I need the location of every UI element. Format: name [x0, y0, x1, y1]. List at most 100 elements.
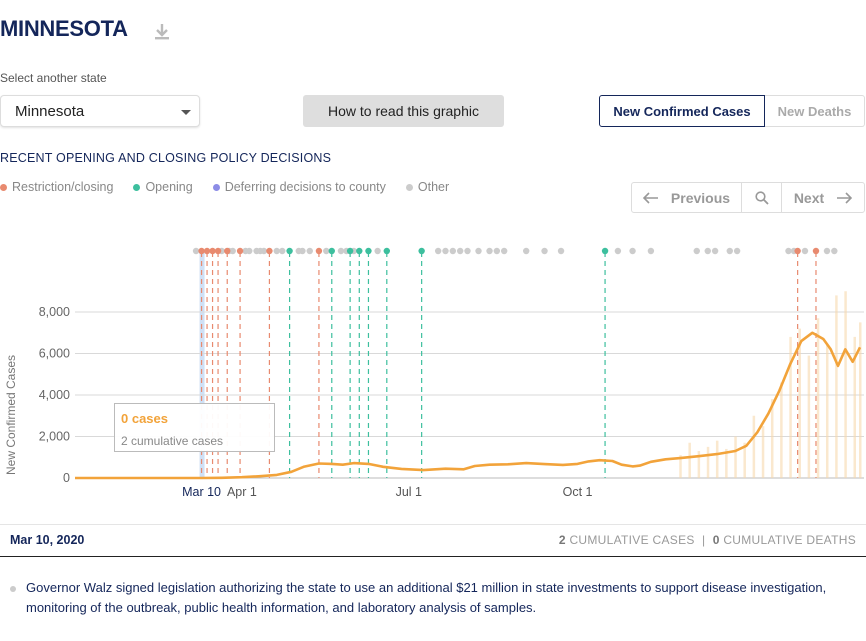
tab-new-deaths[interactable]: New Deaths	[765, 95, 865, 127]
state-select-value: Minnesota	[15, 103, 85, 120]
policy-event-dot-other	[229, 247, 236, 255]
previous-button[interactable]: Previous	[632, 183, 742, 212]
page: MINNESOTA Select another state Minnesota…	[0, 0, 866, 641]
policy-section-title: RECENT OPENING AND CLOSING POLICY DECISI…	[0, 151, 332, 165]
policy-event-dot-other	[486, 247, 493, 255]
policy-event-dot-restriction	[203, 247, 211, 255]
policy-event-dot-other	[831, 247, 838, 255]
policy-event-dot-other	[449, 247, 457, 255]
tooltip-cumulative: 2 cumulative cases	[121, 434, 224, 448]
policy-event-dot-other	[522, 247, 530, 255]
next-label: Next	[793, 189, 825, 206]
policy-event-dot-restriction	[236, 247, 244, 255]
policy-event-dot-other	[246, 247, 253, 255]
tab-new-confirmed-cases[interactable]: New Confirmed Cases	[599, 95, 765, 127]
event-description-text: Governor Walz signed legislation authori…	[26, 580, 827, 615]
policy-event-dot-opening	[601, 247, 609, 255]
policy-event-dot-restriction	[198, 247, 205, 255]
daily-bar	[835, 295, 838, 478]
cumulative-deaths-label: CUMULATIVE DEATHS	[723, 533, 856, 547]
policy-event-dot-opening	[383, 247, 390, 255]
policy-event-dot-other	[785, 247, 792, 255]
policy-event-dot-opening	[328, 247, 335, 255]
status-bar: Mar 10, 2020 2 CUMULATIVE CASES | 0 CUMU…	[0, 524, 866, 557]
how-to-read-button[interactable]: How to read this graphic	[303, 95, 504, 127]
policy-event-dot-other	[693, 247, 700, 255]
policy-event-dot-restriction	[266, 247, 273, 255]
daily-bar	[798, 328, 801, 478]
policy-event-dot-other	[475, 247, 482, 255]
policy-event-dot-other	[704, 247, 711, 255]
policy-event-dot-other	[464, 247, 471, 255]
policy-event-dot-restriction	[315, 247, 323, 255]
cumulative-cases-count: 2	[558, 533, 566, 547]
legend-dot-restriction	[0, 183, 7, 191]
policy-event-dot-other	[299, 247, 306, 255]
x-tick-label: Oct 1	[563, 485, 593, 499]
state-select[interactable]: Minnesota	[0, 95, 200, 127]
search-icon	[754, 190, 769, 205]
policy-event-dot-other	[273, 247, 280, 255]
policy-event-dot-opening	[286, 247, 293, 255]
y-axis-label: New Confirmed Cases	[4, 355, 18, 475]
y-tick-label: 0	[63, 471, 70, 485]
policy-event-dot-other	[323, 247, 330, 255]
policy-event-dot-other	[629, 247, 636, 255]
daily-bar	[715, 440, 719, 478]
legend-dot-other	[405, 183, 413, 191]
policy-event-dot-other	[306, 247, 313, 255]
daily-bar	[807, 355, 811, 478]
next-button[interactable]: Next	[782, 183, 864, 212]
policy-event-dot-restriction	[224, 247, 231, 255]
policy-event-dot-restriction	[812, 247, 820, 255]
legend-item-restriction: Restriction/closing	[0, 180, 113, 194]
policy-event-dot-other	[374, 247, 381, 255]
daily-bar	[752, 415, 756, 478]
legend-label: Opening	[145, 180, 193, 194]
policy-event-dot-other	[801, 247, 809, 255]
legend-item-county: Deferring decisions to county	[212, 180, 386, 194]
daily-bar	[734, 436, 737, 478]
legend-dot-county	[212, 183, 220, 191]
legend-label: Other	[417, 180, 450, 194]
event-navigation: Previous Next	[631, 182, 865, 213]
download-icon[interactable]	[154, 23, 170, 41]
policy-event-dot-restriction	[794, 247, 801, 255]
y-tick-label: 6,000	[39, 347, 70, 361]
summary-separator: |	[702, 533, 706, 547]
daily-bar	[761, 426, 765, 478]
legend-item-opening: Opening	[133, 180, 193, 194]
bullet-icon	[10, 586, 16, 592]
cases-chart: 0 2,000 4,000 6,000 8,000 New Confirmed Cases…	[4, 247, 864, 499]
policy-event-dot-other	[337, 247, 345, 255]
x-tick-label: Jul 1	[396, 485, 422, 499]
policy-event-dot-other	[493, 247, 501, 255]
policy-event-dot-opening	[356, 247, 363, 255]
legend-label: Restriction/closing	[12, 180, 114, 194]
daily-bar	[816, 318, 820, 478]
cumulative-deaths-count: 0	[712, 533, 720, 547]
search-button[interactable]	[742, 183, 782, 212]
previous-label: Previous	[670, 189, 731, 206]
policy-event-dot-other	[442, 247, 449, 255]
policy-legend: Restriction/closing Opening Deferring de…	[0, 180, 469, 194]
policy-event-dot-other	[260, 247, 268, 255]
cumulative-cases-label: CUMULATIVE CASES	[569, 533, 695, 547]
policy-event-dot-other	[733, 247, 741, 255]
policy-event-dot-other	[500, 247, 508, 255]
policy-event-dot-other	[279, 247, 286, 255]
x-tick-label: Apr 1	[227, 485, 257, 499]
tooltip-cases: 0 cases	[121, 411, 168, 426]
policy-event-dot-opening	[346, 247, 354, 255]
y-tick-label: 4,000	[39, 388, 70, 402]
event-description: Governor Walz signed legislation authori…	[10, 578, 830, 618]
legend-label: Deferring decisions to county	[224, 180, 386, 194]
policy-event-dot-other	[192, 247, 200, 255]
legend-item-other: Other	[405, 180, 450, 194]
policy-event-dot-restriction	[214, 247, 222, 255]
policy-event-dot-other	[614, 247, 622, 255]
policy-event-dot-other	[434, 247, 442, 255]
chart-tooltip: 0 cases 2 cumulative cases	[114, 403, 275, 452]
policy-event-dot-opening	[418, 247, 425, 255]
y-tick-label: 2,000	[39, 430, 70, 444]
